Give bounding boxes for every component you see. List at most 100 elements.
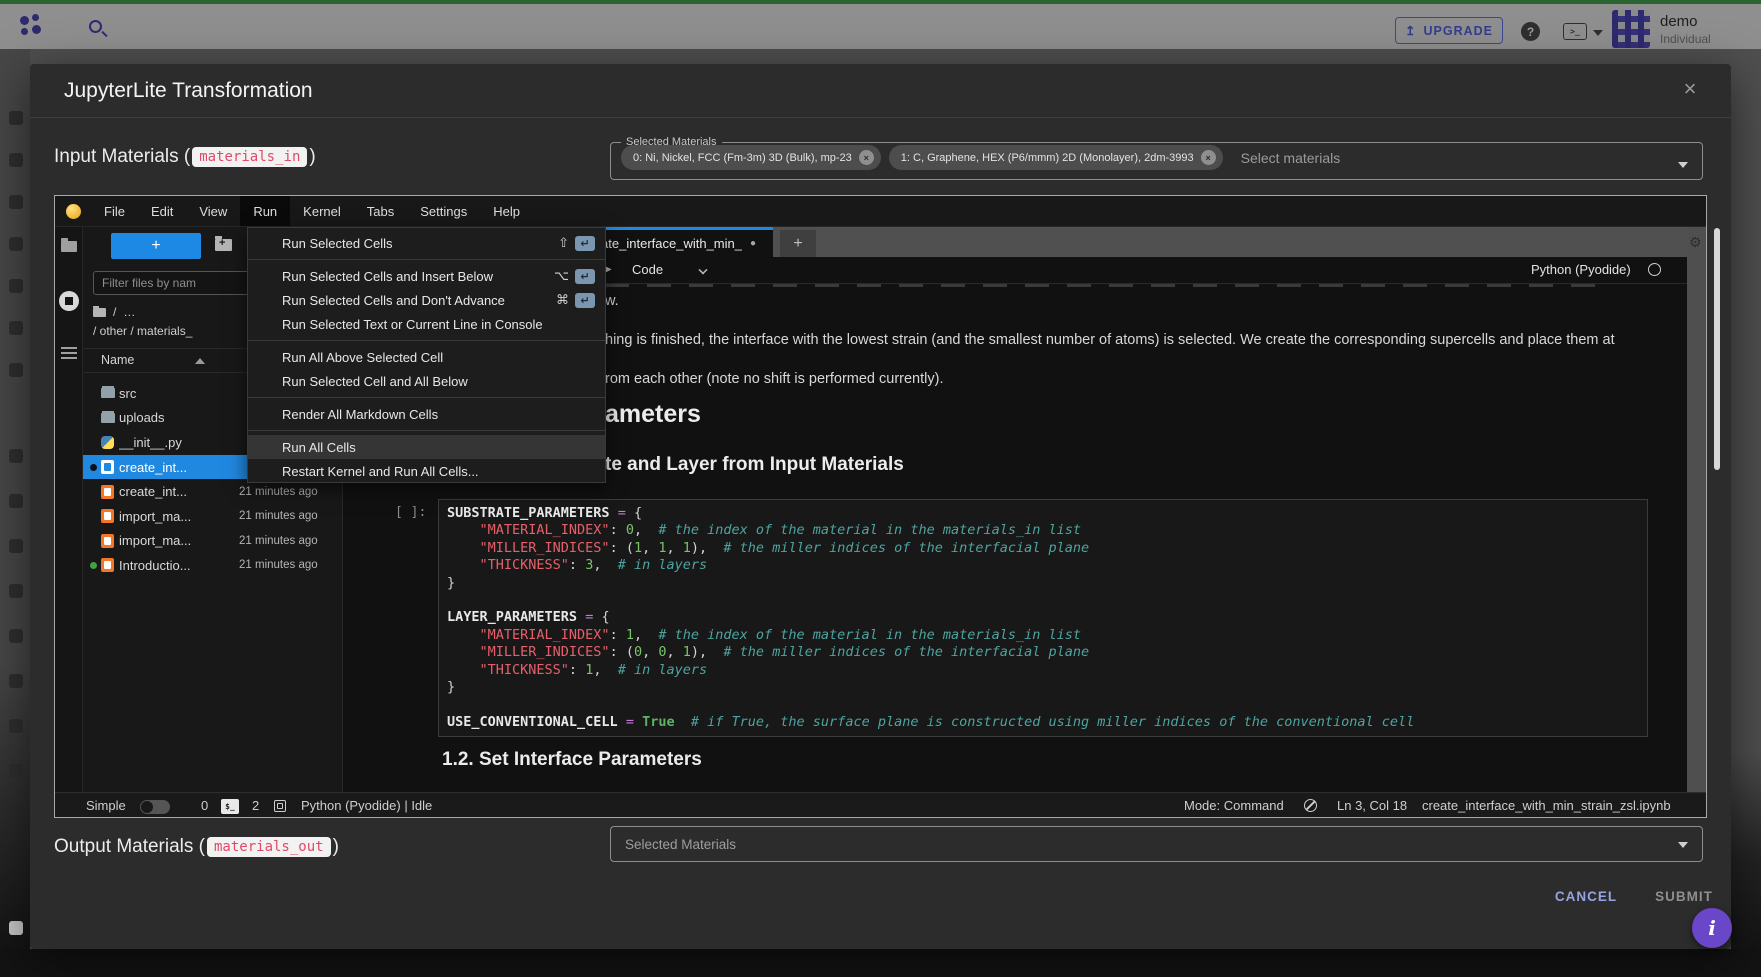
- breadcrumb[interactable]: / …: [93, 305, 135, 319]
- background-icon: [9, 764, 23, 778]
- background-left-sidebar: [0, 49, 30, 949]
- background-icon: [9, 539, 23, 553]
- material-chip[interactable]: 0: Ni, Nickel, FCC (Fm-3m) 3D (Bulk), mp…: [621, 145, 881, 170]
- menu-separator: [248, 397, 605, 398]
- chevron-down-icon[interactable]: [1678, 162, 1688, 168]
- run-menu-item[interactable]: Run Selected Cells⇧↵: [248, 231, 605, 255]
- simple-mode-label: Simple: [86, 798, 126, 814]
- kernels-count[interactable]: 2: [252, 798, 259, 814]
- run-menu-item[interactable]: Run Selected Cells and Don't Advance⌘↵: [248, 288, 605, 312]
- enter-key-icon: ↵: [575, 269, 595, 284]
- terminal-icon[interactable]: >_: [1563, 23, 1587, 40]
- menu-item-label: Run Selected Text or Current Line in Con…: [282, 317, 543, 332]
- menubar-item-tabs[interactable]: Tabs: [354, 196, 407, 226]
- markdown-heading-fragment: te and Layer from Input Materials: [605, 454, 904, 476]
- run-menu-item[interactable]: Run Selected Cells and Insert Below ⌥↵: [248, 264, 605, 288]
- menubar-item-view[interactable]: View: [186, 196, 240, 226]
- background-icon: [9, 719, 23, 733]
- code-editor[interactable]: SUBSTRATE_PARAMETERS = { "MATERIAL_INDEX…: [438, 499, 1648, 737]
- terminals-count[interactable]: 0: [201, 798, 208, 814]
- simple-mode-toggle[interactable]: [140, 800, 170, 814]
- menu-item-label: Run Selected Cells and Don't Advance: [282, 293, 505, 308]
- menu-separator: [248, 430, 605, 431]
- kernel-status-text[interactable]: Python (Pyodide) | Idle: [301, 798, 432, 814]
- file-row[interactable]: import_ma...21 minutes ago: [83, 529, 342, 554]
- folder-icon[interactable]: [93, 308, 106, 317]
- file-row[interactable]: import_ma...21 minutes ago: [83, 504, 342, 529]
- run-menu-item[interactable]: Restart Kernel and Run All Cells...: [248, 459, 605, 483]
- file-name: import_ma...: [119, 533, 191, 548]
- help-icon[interactable]: ?: [1521, 22, 1540, 41]
- search-icon[interactable]: [89, 20, 102, 33]
- cancel-button[interactable]: CANCEL: [1540, 882, 1632, 912]
- code-line: [447, 696, 1639, 713]
- chip-remove-icon[interactable]: ×: [859, 150, 874, 165]
- new-launcher-button[interactable]: +: [111, 233, 201, 259]
- cursor-position[interactable]: Ln 3, Col 18: [1337, 798, 1407, 814]
- run-menu-item[interactable]: Run All Above Selected Cell: [248, 345, 605, 369]
- file-row[interactable]: create_int...21 minutes ago: [83, 479, 342, 504]
- notebook-icon: [101, 485, 119, 499]
- run-menu-item[interactable]: Run Selected Cell and All Below: [248, 369, 605, 393]
- background-icon: [9, 584, 23, 598]
- new-folder-icon[interactable]: [215, 239, 232, 251]
- notebook-icon: [101, 509, 119, 523]
- file-row[interactable]: Introductio...21 minutes ago: [83, 553, 342, 578]
- dialog-scrollbar[interactable]: [1714, 228, 1720, 470]
- file-browser-tab-icon[interactable]: [61, 241, 77, 252]
- shortcut: ⌥↵: [554, 269, 595, 284]
- upgrade-button[interactable]: ↥ UPGRADE: [1395, 17, 1503, 44]
- output-select-label: Selected Materials: [625, 827, 736, 861]
- run-menu-item[interactable]: Run All Cells: [248, 435, 605, 459]
- kernel-name[interactable]: Python (Pyodide): [1531, 262, 1631, 277]
- user-avatar[interactable]: [1612, 10, 1650, 48]
- screen: ↥ UPGRADE ? >_ demo Individual JupyterLi…: [0, 0, 1761, 977]
- markdown-fragment: w.: [605, 293, 619, 309]
- output-materials-select[interactable]: Selected Materials: [610, 826, 1703, 862]
- gear-icon[interactable]: ⚙: [1689, 235, 1702, 251]
- material-chip[interactable]: 1: C, Graphene, HEX (P6/mmm) 2D (Monolay…: [889, 145, 1223, 170]
- file-name: src: [119, 386, 136, 401]
- kernel-status-icon[interactable]: [1648, 263, 1661, 276]
- selected-materials-input[interactable]: Selected Materials 0: Ni, Nickel, FCC (F…: [610, 136, 1703, 180]
- shortcut: ⇧↵: [558, 236, 595, 251]
- notification-icon[interactable]: [1304, 799, 1317, 812]
- name-column-header[interactable]: Name: [101, 353, 134, 367]
- menubar-item-help[interactable]: Help: [480, 196, 533, 226]
- menubar-item-run[interactable]: Run: [240, 196, 290, 226]
- menu-item-label: Run Selected Cells and Insert Below: [282, 269, 493, 284]
- markdown-paragraph: rom each other (note no shift is perform…: [605, 371, 943, 387]
- close-icon[interactable]: ×: [1675, 74, 1705, 104]
- background-icon: [9, 363, 23, 377]
- python-icon: [101, 436, 119, 449]
- dot-placeholder: [87, 412, 99, 424]
- menubar-item-edit[interactable]: Edit: [138, 196, 186, 226]
- cell-type-select[interactable]: Code: [632, 262, 663, 277]
- dialog-title: JupyterLite Transformation: [64, 79, 313, 103]
- app-logo-icon[interactable]: [20, 14, 42, 38]
- terminal-dropdown-caret-icon[interactable]: [1593, 30, 1603, 36]
- menubar-item-file[interactable]: File: [91, 196, 138, 226]
- menu-item-label: Render All Markdown Cells: [282, 407, 438, 422]
- table-of-contents-tab-icon[interactable]: [61, 347, 77, 359]
- running-kernels-tab-icon[interactable]: [59, 291, 79, 311]
- breadcrumb-ellipsis[interactable]: …: [123, 305, 135, 319]
- dot-placeholder: [87, 486, 99, 498]
- info-button[interactable]: i: [1692, 908, 1732, 948]
- new-tab-button[interactable]: +: [780, 230, 816, 257]
- code-line: "MILLER_INDICES": (1, 1, 1), # the mille…: [447, 540, 1639, 557]
- run-menu-item[interactable]: Run Selected Text or Current Line in Con…: [248, 312, 605, 336]
- menubar-item-kernel[interactable]: Kernel: [290, 196, 354, 226]
- input-materials-label: Input Materials ( materials_in ): [54, 142, 316, 172]
- jupyterlite-logo-icon[interactable]: [66, 204, 81, 219]
- chevron-down-icon[interactable]: [1678, 842, 1688, 848]
- breadcrumb-root[interactable]: /: [113, 305, 116, 319]
- run-menu-item[interactable]: Render All Markdown Cells: [248, 402, 605, 426]
- menubar-item-settings[interactable]: Settings: [407, 196, 480, 226]
- background-icon: [9, 237, 23, 251]
- command-mode-indicator[interactable]: Mode: Command: [1184, 798, 1284, 814]
- materials-in-code: materials_in: [192, 147, 307, 167]
- jl-activity-bar: [55, 227, 83, 792]
- cell-type-caret-icon[interactable]: [698, 265, 707, 274]
- chip-remove-icon[interactable]: ×: [1201, 150, 1216, 165]
